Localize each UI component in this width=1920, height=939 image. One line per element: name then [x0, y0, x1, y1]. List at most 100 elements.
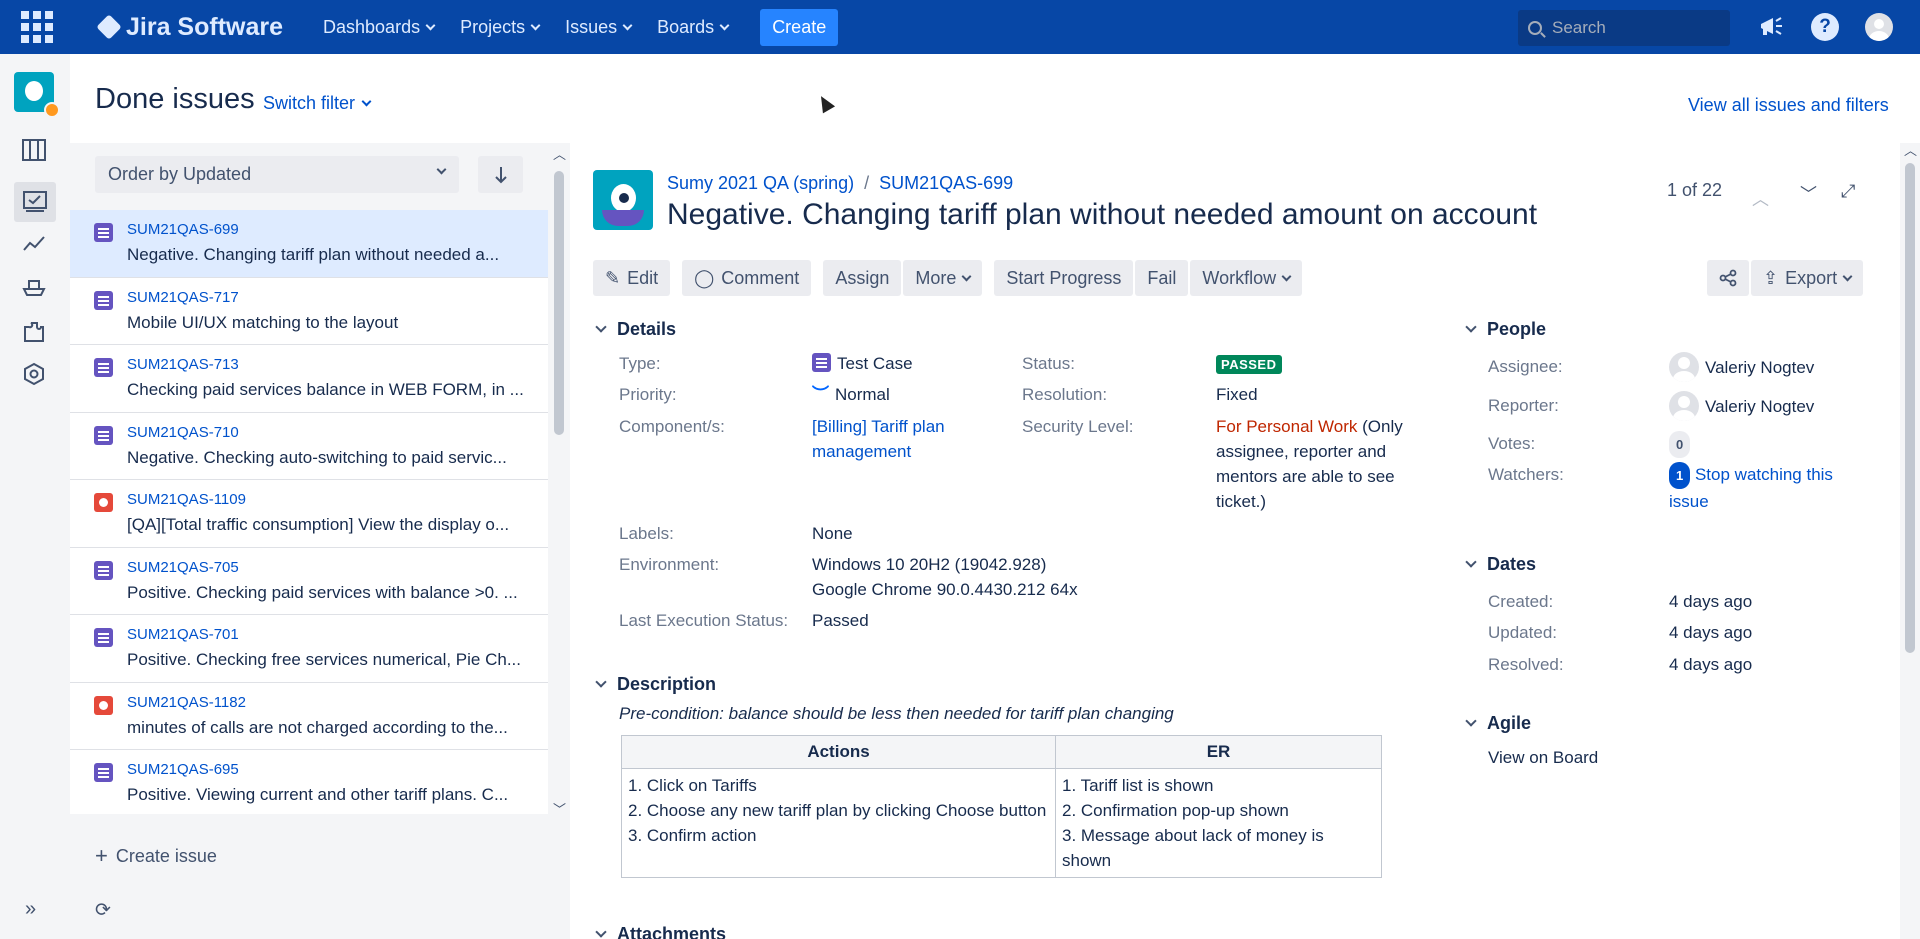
issue-key[interactable]: SUM21QAS-710: [127, 424, 239, 441]
issue-key[interactable]: SUM21QAS-705: [127, 559, 239, 576]
chevron-down-icon: [719, 20, 730, 30]
reporter-value[interactable]: Valeriy Nogtev: [1669, 391, 1814, 421]
issue-key[interactable]: SUM21QAS-701: [127, 626, 239, 643]
priority-value: ︶ Normal: [812, 382, 890, 407]
list-item[interactable]: SUM21QAS-1109 [QA][Total traffic consump…: [70, 480, 548, 548]
issue-detail-panel: Sumy 2021 QA (spring) / SUM21QAS-699 Neg…: [571, 143, 1900, 939]
dates-section-toggle[interactable]: Dates: [1465, 554, 1537, 575]
scroll-up-icon[interactable]: ︿: [1904, 144, 1917, 157]
issue-list-scrollbar[interactable]: ︿ ﹀: [548, 147, 570, 818]
workflow-button[interactable]: Workflow: [1190, 260, 1303, 296]
issue-key[interactable]: SUM21QAS-1182: [127, 694, 246, 711]
breadcrumb-project-link[interactable]: Sumy 2021 QA (spring): [667, 173, 854, 194]
expand-icon[interactable]: ⤢: [1841, 181, 1855, 202]
priority-normal-icon: ︶: [812, 385, 829, 404]
list-item[interactable]: SUM21QAS-695 Positive. Viewing current a…: [70, 750, 548, 814]
list-item[interactable]: SUM21QAS-710 Negative. Checking auto-swi…: [70, 412, 548, 480]
board-icon[interactable]: [20, 136, 48, 164]
stop-watching-link[interactable]: Stop watching this issue: [1669, 465, 1833, 511]
issue-key[interactable]: SUM21QAS-699: [127, 221, 239, 238]
create-issue-button[interactable]: + Create issue: [95, 843, 217, 869]
list-item[interactable]: SUM21QAS-701 Positive. Checking free ser…: [70, 615, 548, 683]
agile-section-toggle[interactable]: Agile: [1465, 713, 1531, 734]
detail-scrollbar[interactable]: ︿: [1900, 143, 1920, 939]
nav-issues-label: Issues: [565, 16, 618, 37]
nav-boards[interactable]: Boards: [657, 17, 730, 38]
votes-value[interactable]: 0: [1669, 431, 1691, 458]
add-ons-icon[interactable]: [20, 318, 48, 346]
test-case-icon: [94, 358, 113, 377]
test-case-icon: [812, 353, 831, 372]
export-label: Export: [1785, 267, 1838, 288]
breadcrumb-separator: /: [864, 173, 870, 193]
export-icon: ⇪: [1763, 267, 1779, 288]
scroll-up-icon[interactable]: ︿: [553, 148, 566, 161]
er-step: 1. Tariff list is shown: [1062, 776, 1214, 795]
last-execution-label: Last Execution Status:: [619, 611, 789, 630]
component-link[interactable]: [Billing] Tariff plan management: [812, 417, 945, 461]
list-item[interactable]: SUM21QAS-713 Checking paid services bala…: [70, 345, 548, 413]
help-icon[interactable]: ?: [1811, 13, 1839, 41]
chevron-down-icon: [595, 926, 607, 938]
profile-avatar[interactable]: [1865, 13, 1893, 41]
switch-filter-button[interactable]: Switch filter: [263, 93, 372, 114]
people-section-toggle[interactable]: People: [1465, 319, 1546, 340]
list-item[interactable]: SUM21QAS-1182 minutes of calls are not c…: [70, 682, 548, 750]
assign-button[interactable]: Assign: [823, 260, 902, 296]
reports-icon[interactable]: [20, 230, 48, 258]
breadcrumb: Sumy 2021 QA (spring) / SUM21QAS-699: [667, 173, 1013, 194]
more-button[interactable]: More: [903, 260, 983, 296]
breadcrumb-issue-key-link[interactable]: SUM21QAS-699: [879, 173, 1013, 194]
issue-title[interactable]: Negative. Changing tariff plan without n…: [667, 198, 1537, 232]
search-input[interactable]: Search: [1518, 10, 1730, 46]
description-section-toggle[interactable]: Description: [595, 674, 716, 695]
app-name: Jira Software: [126, 12, 284, 41]
previous-issue-icon[interactable]: ︿: [1752, 185, 1769, 210]
nav-issues[interactable]: Issues: [565, 16, 633, 38]
fail-button[interactable]: Fail: [1135, 260, 1189, 296]
releases-icon[interactable]: [20, 272, 48, 300]
nav-projects[interactable]: Projects: [460, 17, 541, 38]
nav-dashboards[interactable]: Dashboards: [323, 17, 436, 38]
share-button[interactable]: [1707, 260, 1749, 296]
precondition-text: Pre-condition: balance should be less th…: [619, 704, 1174, 723]
test-case-icon: [94, 628, 113, 647]
refresh-icon[interactable]: ⟳: [95, 899, 111, 922]
issues-icon[interactable]: [14, 182, 56, 222]
order-by-select[interactable]: Order by Updated: [95, 156, 459, 193]
assignee-value[interactable]: Valeriy Nogtev: [1669, 352, 1814, 382]
notifications-button[interactable]: [1757, 13, 1785, 41]
details-section-toggle[interactable]: Details: [595, 319, 676, 340]
status-value: PASSED: [1216, 351, 1282, 377]
expand-sidebar-icon[interactable]: »: [25, 898, 36, 921]
start-progress-button[interactable]: Start Progress: [994, 260, 1134, 296]
jira-logo[interactable]: Jira Software: [96, 12, 284, 42]
list-item[interactable]: SUM21QAS-705 Positive. Checking paid ser…: [70, 547, 548, 615]
scrollbar-thumb[interactable]: [1905, 163, 1915, 653]
next-issue-icon[interactable]: ﹀: [1800, 180, 1817, 205]
settings-icon[interactable]: [20, 360, 48, 388]
scroll-down-icon[interactable]: ﹀: [553, 803, 566, 816]
project-avatar[interactable]: [14, 72, 60, 118]
view-on-board-link[interactable]: View on Board: [1488, 745, 1598, 770]
issue-key[interactable]: SUM21QAS-1109: [127, 491, 246, 508]
attachments-section-toggle[interactable]: Attachments: [595, 924, 726, 939]
edit-button[interactable]: ✎ Edit: [593, 260, 671, 296]
chevron-down-icon: [1465, 715, 1477, 727]
view-all-issues-link[interactable]: View all issues and filters: [1688, 95, 1889, 116]
watchers-count-badge[interactable]: 1: [1669, 462, 1691, 489]
create-button[interactable]: Create: [760, 8, 839, 46]
comment-button[interactable]: ◯ Comment: [682, 260, 812, 296]
issue-key[interactable]: SUM21QAS-695: [127, 761, 239, 778]
export-button[interactable]: ⇪ Export: [1751, 260, 1864, 296]
scrollbar-thumb[interactable]: [554, 171, 564, 435]
dates-heading: Dates: [1487, 554, 1537, 574]
order-by-value: Order by Updated: [108, 164, 252, 184]
votes-label: Votes:: [1488, 434, 1536, 453]
app-switcher-button[interactable]: [0, 0, 74, 54]
issue-key[interactable]: SUM21QAS-717: [127, 289, 239, 306]
list-item[interactable]: SUM21QAS-717 Mobile UI/UX matching to th…: [70, 277, 548, 345]
issue-key[interactable]: SUM21QAS-713: [127, 356, 239, 373]
list-item[interactable]: SUM21QAS-699 Negative. Changing tariff p…: [70, 210, 548, 278]
sort-direction-button[interactable]: [478, 156, 523, 193]
